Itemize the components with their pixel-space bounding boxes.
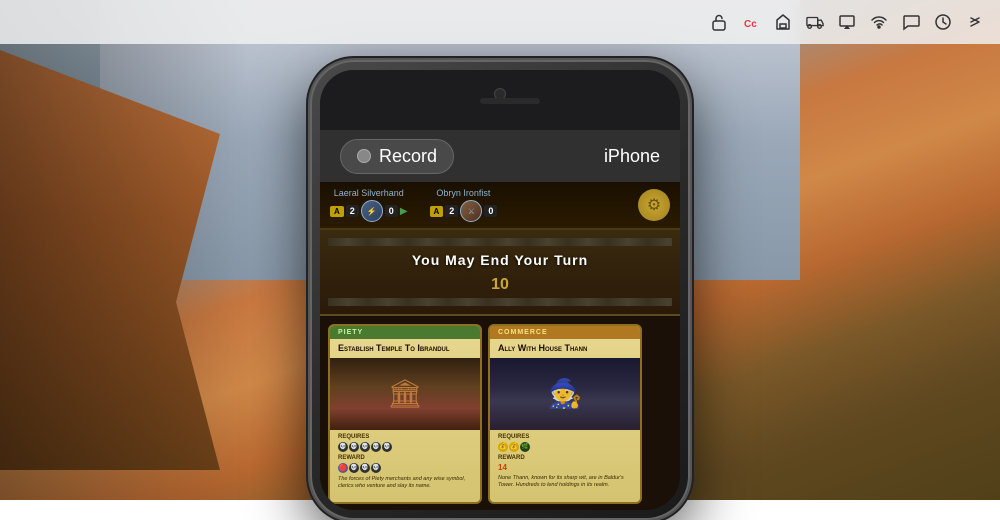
stone-border-top xyxy=(328,238,672,246)
menu-bar: Cc xyxy=(0,0,1000,44)
recording-bar: Record iPhone xyxy=(320,130,680,182)
player2-stat-a-value: 2 xyxy=(445,205,458,217)
record-label: Record xyxy=(379,146,437,167)
iphone-frame: Record iPhone Laeral Silverhand A 2 ⚡ 0 … xyxy=(310,60,690,520)
player2-block: Obryn Ironfist A 2 ⚔ 0 xyxy=(430,188,498,222)
iphone-top-bar xyxy=(320,70,680,130)
cost-skull-icon: 💀 xyxy=(338,442,348,452)
card1-reward-label: REWARD xyxy=(338,455,472,461)
player2-name: Obryn Ironfist xyxy=(436,188,490,198)
card-establish-temple[interactable]: PIETY Establish Temple to Ibrandul 🏛 REQ… xyxy=(328,324,482,504)
player2-stat-a-badge: A xyxy=(430,206,444,217)
player1-stat-a-value: 2 xyxy=(346,205,359,217)
card1-title: Establish Temple to Ibrandul xyxy=(330,339,480,358)
card2-reward-label: REWARD xyxy=(498,455,632,461)
card1-requires-label: REQUIRES xyxy=(338,434,472,440)
card2-cost-icons: 💰 💰 🌿 xyxy=(498,442,632,452)
player1-stat-a-badge: A xyxy=(330,206,344,217)
cost-skull-icon4: 💀 xyxy=(371,442,381,452)
device-label: iPhone xyxy=(604,146,660,167)
stone-border-bottom xyxy=(328,298,672,306)
player1-arrow-icon: ▶ xyxy=(400,206,408,217)
bluetooth-icon[interactable] xyxy=(966,13,984,31)
card2-reward-icons: 14 xyxy=(498,463,632,472)
cost-gold-icon2: 💰 xyxy=(509,442,519,452)
turn-banner: You May End Your Turn 10 xyxy=(320,230,680,316)
reward-icon3: 💀 xyxy=(360,463,370,473)
record-button[interactable]: Record xyxy=(340,139,454,174)
cards-area: PIETY Establish Temple to Ibrandul 🏛 REQ… xyxy=(320,316,680,510)
card1-art: 🏛 xyxy=(330,358,480,430)
turn-message: You May End Your Turn xyxy=(412,252,588,268)
turn-number: 10 xyxy=(491,276,509,294)
cost-gold-icon: 💰 xyxy=(498,442,508,452)
time-machine-icon[interactable] xyxy=(934,13,952,31)
card2-reward-num: 14 xyxy=(498,463,507,472)
reward-icon4: 💀 xyxy=(371,463,381,473)
card2-body: REQUIRES 💰 💰 🌿 REWARD 14 None Thann, kno… xyxy=(490,430,640,494)
earpiece-speaker xyxy=(480,98,540,104)
player1-stats: A 2 ⚡ 0 ▶ xyxy=(330,200,408,222)
player1-avatar: ⚡ xyxy=(361,200,383,222)
card2-image: 🧙 xyxy=(490,358,640,430)
home-network-icon[interactable] xyxy=(774,13,792,31)
card1-body: REQUIRES 💀 💀 💀 💀 💀 REWARD 🔴 💀 xyxy=(330,430,480,495)
card1-reward-icons: 🔴 💀 💀 💀 xyxy=(338,463,472,473)
card1-flavor: The forces of Piety merchants and any wi… xyxy=(338,476,472,491)
cost-skull-icon2: 💀 xyxy=(349,442,359,452)
card2-title: Ally With House Thann xyxy=(490,339,640,358)
reward-icon1: 🔴 xyxy=(338,463,348,473)
card1-image: 🏛 xyxy=(330,358,480,430)
messages-icon[interactable] xyxy=(902,13,920,31)
player2-stat-b-value: 0 xyxy=(484,205,497,217)
card2-flavor: None Thann, known for its sharp wit, are… xyxy=(498,475,632,490)
card2-art: 🧙 xyxy=(490,358,640,430)
player-header: Laeral Silverhand A 2 ⚡ 0 ▶ Obryn Ironfi… xyxy=(320,182,680,230)
unlock-icon[interactable] xyxy=(710,13,728,31)
settings-gear-icon[interactable]: ⚙ xyxy=(638,189,670,221)
card-ally-house-thann[interactable]: COMMERCE Ally With House Thann 🧙 REQUIRE… xyxy=(488,324,642,504)
cost-skull-icon3: 💀 xyxy=(360,442,370,452)
truck-icon[interactable] xyxy=(806,13,824,31)
player1-block: Laeral Silverhand A 2 ⚡ 0 ▶ xyxy=(330,188,408,222)
cost-trade-icon: 🌿 xyxy=(520,442,530,452)
reward-icon2: 💀 xyxy=(349,463,359,473)
card1-category: PIETY xyxy=(330,326,480,339)
creative-cloud-icon[interactable]: Cc xyxy=(742,13,760,31)
player1-stat-b-value: 0 xyxy=(385,205,398,217)
cliff-shadow xyxy=(0,0,250,500)
airplay-icon[interactable] xyxy=(838,13,856,31)
svg-text:Cc: Cc xyxy=(744,19,757,30)
card2-category: COMMERCE xyxy=(490,326,640,339)
player2-avatar: ⚔ xyxy=(460,200,482,222)
wifi-icon[interactable] xyxy=(870,13,888,31)
card1-cost-icons: 💀 💀 💀 💀 💀 xyxy=(338,442,472,452)
game-content: Laeral Silverhand A 2 ⚡ 0 ▶ Obryn Ironfi… xyxy=(320,182,680,510)
record-dot-icon xyxy=(357,149,371,163)
player1-name: Laeral Silverhand xyxy=(334,188,404,198)
card2-requires-label: REQUIRES xyxy=(498,434,632,440)
iphone-screen: Record iPhone Laeral Silverhand A 2 ⚡ 0 … xyxy=(320,70,680,510)
player2-stats: A 2 ⚔ 0 xyxy=(430,200,498,222)
cost-skull-icon5: 💀 xyxy=(382,442,392,452)
